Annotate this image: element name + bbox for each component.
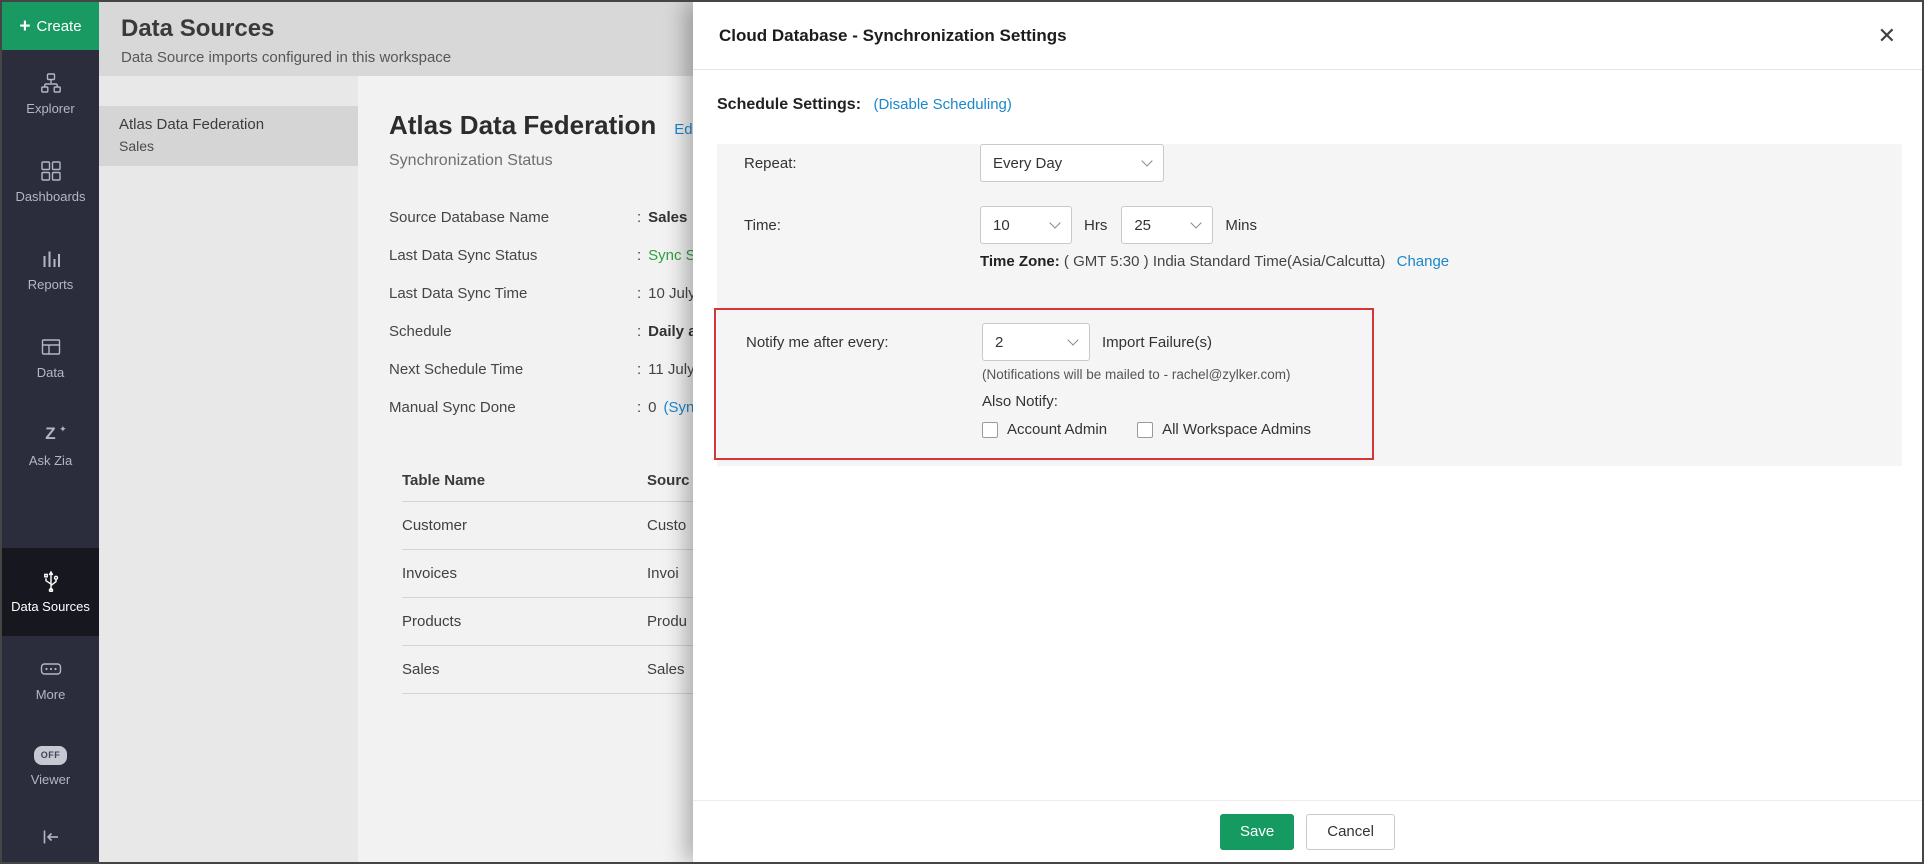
sidebar-item-label: More — [36, 687, 66, 702]
chevron-down-icon — [1141, 155, 1152, 166]
modal-title: Cloud Database - Synchronization Setting… — [719, 26, 1067, 46]
create-button[interactable]: + Create — [2, 2, 99, 50]
sidebar-item-more[interactable]: More — [2, 636, 99, 724]
minutes-unit-label: Mins — [1225, 217, 1257, 234]
reports-icon — [40, 248, 62, 270]
viewer-off-toggle[interactable]: OFF — [34, 746, 68, 765]
repeat-label: Repeat: — [744, 155, 980, 172]
notify-row: Notify me after every: 2 Import Failure(… — [746, 323, 1372, 361]
timezone-label: Time Zone: — [980, 253, 1060, 270]
repeat-select[interactable]: Every Day — [980, 144, 1164, 182]
modal-body: Schedule Settings: (Disable Scheduling) … — [693, 70, 1922, 466]
sidebar-item-dashboards[interactable]: Dashboards — [2, 138, 99, 226]
time-row: Time: 10 Hrs 25 Mins — [744, 206, 1902, 244]
sidebar-item-data[interactable]: Data — [2, 314, 99, 402]
sidebar-item-label: Explorer — [26, 101, 74, 116]
modal-header: Cloud Database - Synchronization Setting… — [693, 2, 1922, 70]
timezone-change-link[interactable]: Change — [1397, 253, 1450, 270]
sidebar-item-data-sources[interactable]: Data Sources — [2, 548, 99, 636]
sidebar-item-label: Dashboards — [15, 189, 85, 204]
sidebar: + Create Explorer Dashboards Reports Dat… — [2, 2, 99, 862]
hours-unit-label: Hrs — [1084, 217, 1107, 234]
chevron-down-icon — [1049, 217, 1060, 228]
sidebar-item-label: Data Sources — [11, 599, 90, 614]
repeat-row: Repeat: Every Day — [744, 144, 1902, 182]
chevron-down-icon — [1191, 217, 1202, 228]
data-icon — [40, 336, 62, 358]
chevron-down-icon — [1067, 334, 1078, 345]
sidebar-item-label: Reports — [28, 277, 74, 292]
sidebar-item-explorer[interactable]: Explorer — [2, 50, 99, 138]
timezone-value: ( GMT 5:30 ) India Standard Time(Asia/Ca… — [1064, 253, 1386, 270]
schedule-panel: Repeat: Every Day Time: 10 Hrs 25 — [717, 144, 1902, 466]
sidebar-item-reports[interactable]: Reports — [2, 226, 99, 314]
notify-highlight-box: Notify me after every: 2 Import Failure(… — [714, 308, 1374, 460]
ask-zia-icon: Z✦ — [45, 424, 55, 446]
notify-count-select[interactable]: 2 — [982, 323, 1090, 361]
list-item-title: Atlas Data Federation — [119, 116, 346, 133]
cancel-button[interactable]: Cancel — [1306, 814, 1395, 850]
list-item-atlas-data-federation[interactable]: Atlas Data Federation Sales — [99, 106, 358, 166]
timezone-line: Time Zone: ( GMT 5:30 ) India Standard T… — [980, 253, 1902, 270]
notify-note: (Notifications will be mailed to - rache… — [982, 367, 1372, 382]
sync-link[interactable]: (Syn — [664, 399, 695, 416]
modal-footer: Save Cancel — [693, 800, 1922, 862]
collapse-arrow-icon — [40, 826, 62, 848]
sidebar-collapse-button[interactable] — [2, 816, 99, 862]
list-item-subtitle: Sales — [119, 138, 346, 154]
sidebar-item-label: Ask Zia — [29, 453, 72, 468]
checkbox-icon[interactable] — [982, 422, 998, 438]
sync-settings-modal: Cloud Database - Synchronization Setting… — [693, 2, 1922, 862]
disable-scheduling-link[interactable]: (Disable Scheduling) — [873, 96, 1011, 113]
app-window: + Create Explorer Dashboards Reports Dat… — [0, 0, 1924, 864]
sidebar-spacer — [2, 809, 99, 816]
sidebar-item-viewer[interactable]: OFF Viewer — [2, 724, 99, 809]
data-sources-plug-icon — [40, 570, 62, 592]
sidebar-item-label: Data — [37, 365, 64, 380]
close-icon[interactable]: ✕ — [1878, 25, 1896, 47]
all-workspace-admins-checkbox-option[interactable]: All Workspace Admins — [1137, 421, 1311, 438]
save-button[interactable]: Save — [1220, 814, 1294, 850]
detail-title: Atlas Data Federation — [389, 110, 656, 141]
create-label: Create — [37, 18, 82, 35]
import-failures-label: Import Failure(s) — [1102, 334, 1212, 351]
explorer-icon — [40, 72, 62, 94]
notify-label: Notify me after every: — [746, 334, 982, 351]
sidebar-item-label: Viewer — [31, 772, 71, 787]
sparkle-icon: ✦ — [59, 419, 67, 439]
also-notify-options: Account Admin All Workspace Admins — [982, 421, 1372, 438]
more-icon — [40, 658, 62, 680]
checkbox-icon[interactable] — [1137, 422, 1153, 438]
plus-icon: + — [19, 17, 30, 36]
dashboards-icon — [40, 160, 62, 182]
schedule-settings-label: Schedule Settings: — [717, 96, 861, 113]
data-source-list: Atlas Data Federation Sales — [99, 76, 358, 862]
minutes-select[interactable]: 25 — [1121, 206, 1213, 244]
also-notify-label: Also Notify: — [982, 393, 1372, 410]
sidebar-item-ask-zia[interactable]: Z✦ Ask Zia — [2, 402, 99, 490]
time-label: Time: — [744, 217, 980, 234]
hours-select[interactable]: 10 — [980, 206, 1072, 244]
account-admin-checkbox-option[interactable]: Account Admin — [982, 421, 1107, 438]
